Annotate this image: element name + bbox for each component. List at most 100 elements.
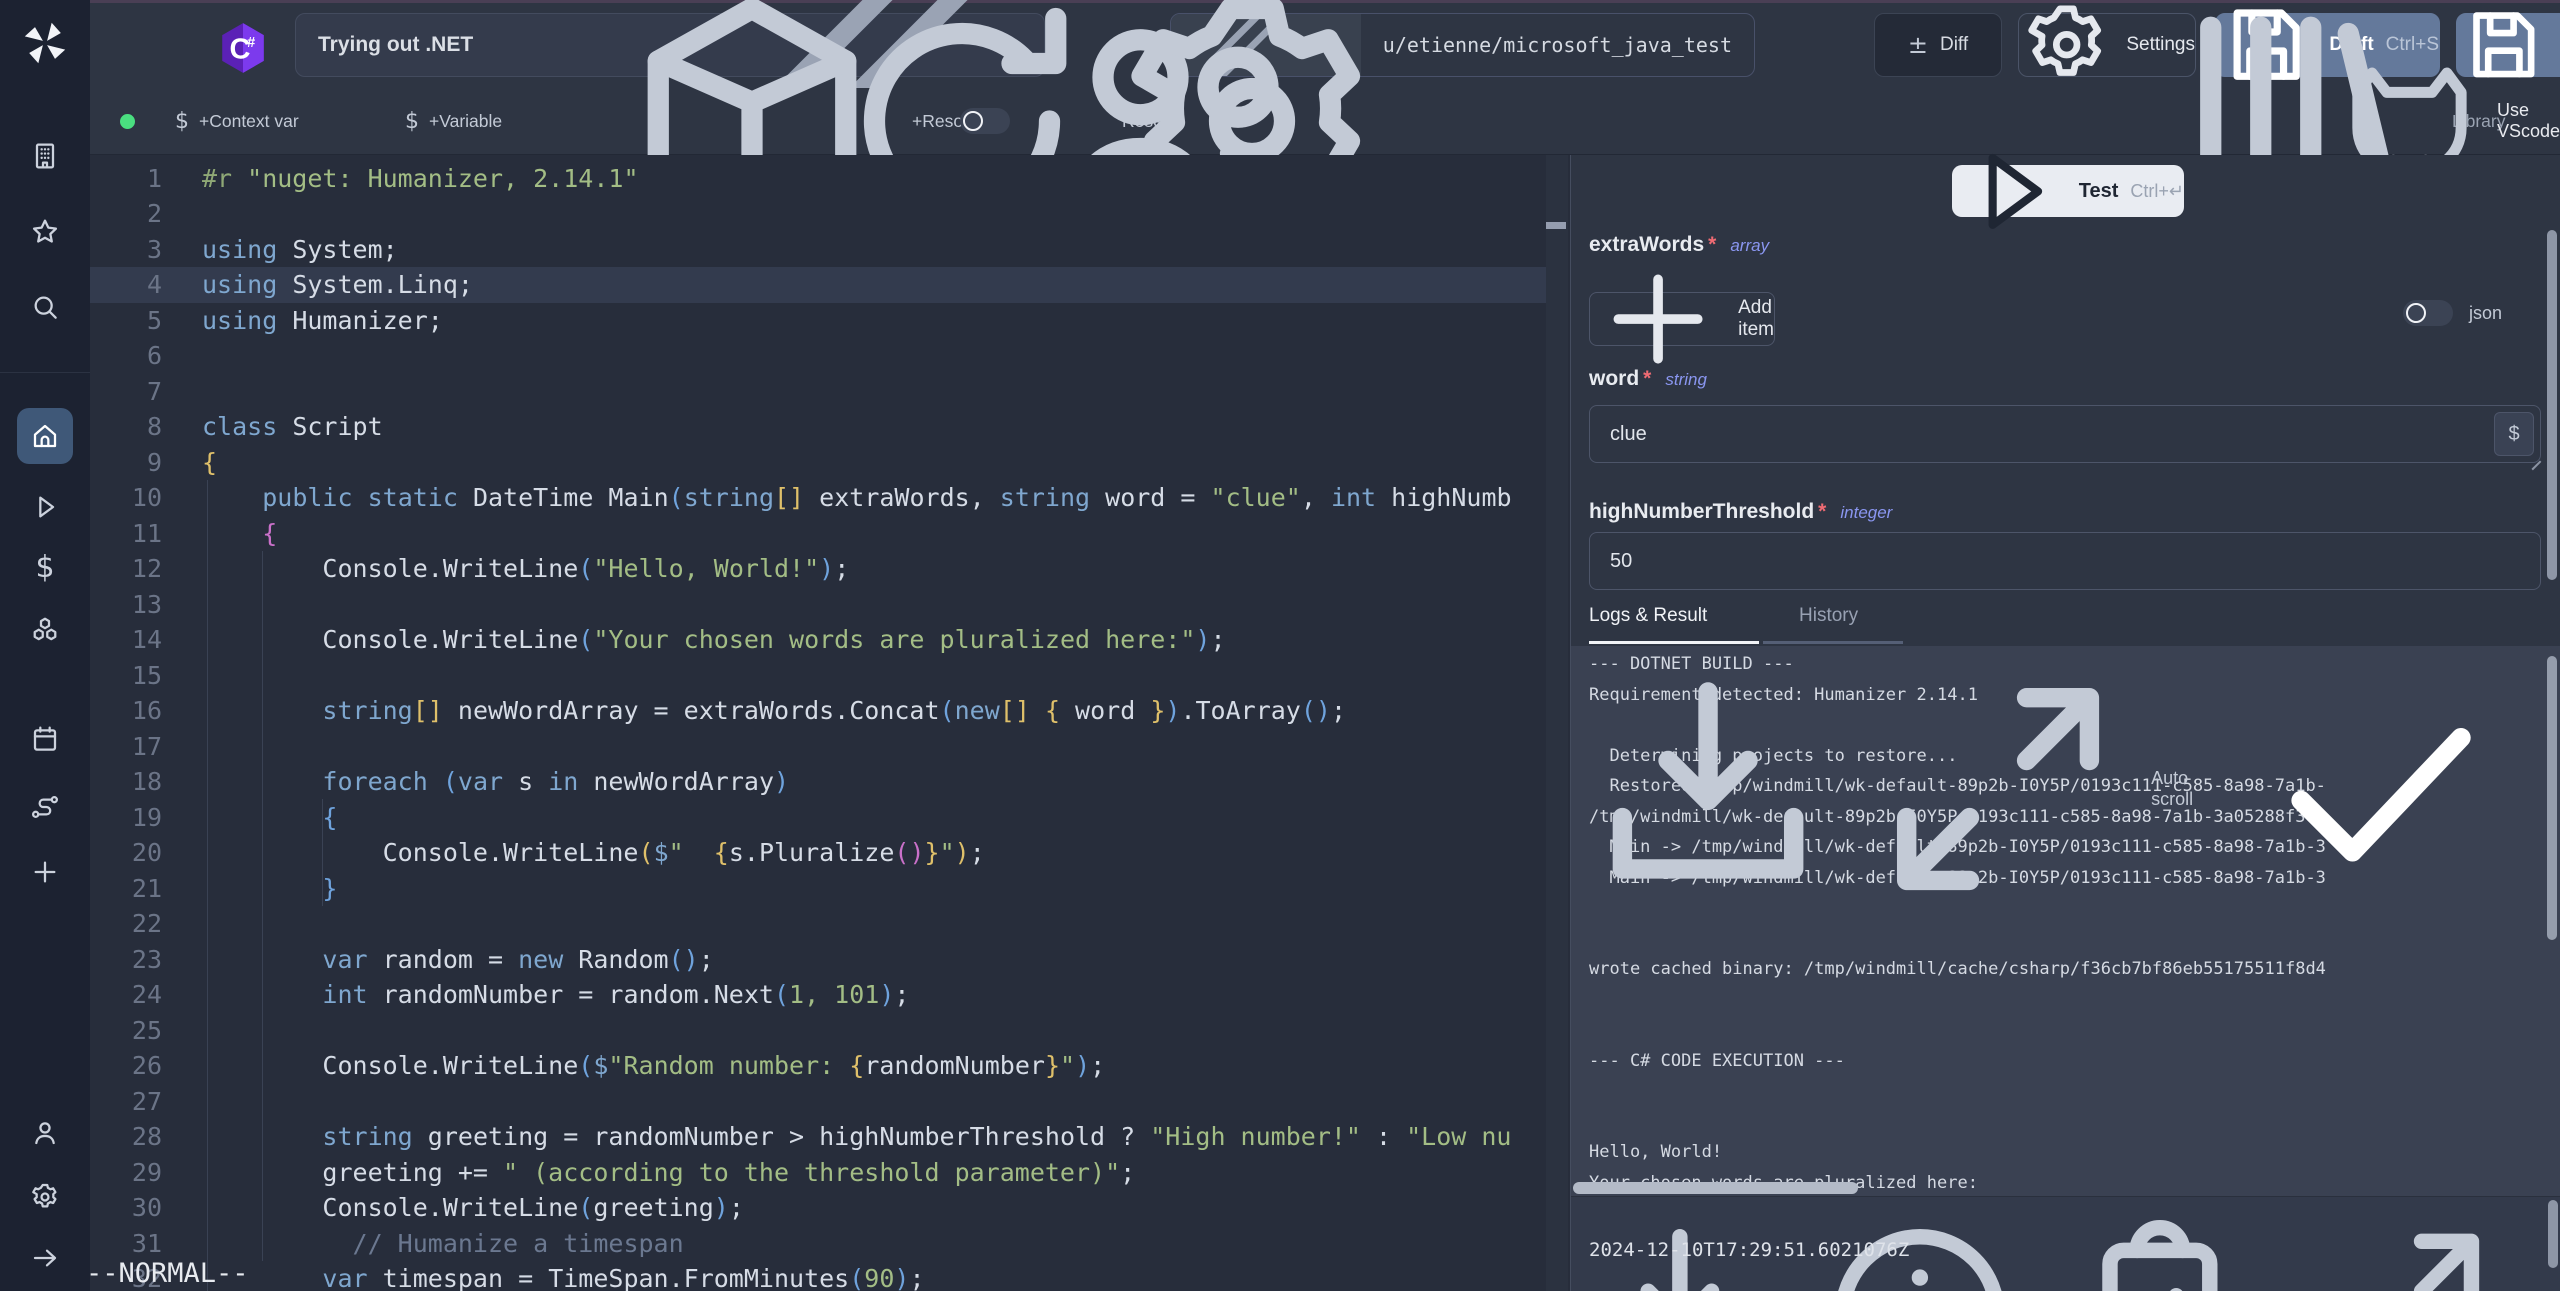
tab-history[interactable]: History bbox=[1799, 590, 1858, 642]
code-line[interactable]: 31 // Humanize a timespan bbox=[90, 1225, 1546, 1261]
panel-scrollbar-thumb[interactable] bbox=[2547, 230, 2557, 580]
expand-result-icon[interactable] bbox=[2290, 1205, 2508, 1291]
line-number: 5 bbox=[90, 306, 162, 335]
code-line[interactable]: 3using System; bbox=[90, 231, 1546, 267]
sidebar-item-play[interactable] bbox=[17, 479, 73, 535]
code-line[interactable]: 4using System.Linq; bbox=[90, 267, 1546, 303]
line-number: 19 bbox=[90, 803, 162, 832]
vim-mode-status: --NORMAL-- bbox=[90, 1258, 249, 1289]
code-line[interactable]: 24 int randomNumber = random.Next(1, 101… bbox=[90, 977, 1546, 1013]
code-line[interactable]: 6 bbox=[90, 338, 1546, 374]
result-scrollbar-thumb[interactable] bbox=[2548, 1200, 2558, 1268]
code-line[interactable]: 25 bbox=[90, 1012, 1546, 1048]
sidebar-item-arrow-right[interactable] bbox=[17, 1230, 73, 1286]
code-line[interactable]: 14 Console.WriteLine("Your chosen words … bbox=[90, 622, 1546, 658]
code-line[interactable]: 28 string greeting = randomNumber > high… bbox=[90, 1119, 1546, 1155]
log-line bbox=[1589, 1112, 2555, 1143]
code-line[interactable]: 7 bbox=[90, 373, 1546, 409]
code-line[interactable]: 15 bbox=[90, 657, 1546, 693]
code-line[interactable]: 9{ bbox=[90, 444, 1546, 480]
json-toggle-row: json bbox=[2403, 300, 2502, 326]
windmill-logo-icon[interactable] bbox=[20, 18, 70, 68]
dollar-icon: $ bbox=[175, 109, 189, 134]
code-text: Console.WriteLine(greeting); bbox=[202, 1193, 744, 1222]
code-line[interactable]: 27 bbox=[90, 1083, 1546, 1119]
sidebar-item-building[interactable] bbox=[17, 128, 73, 184]
expand-logs-icon[interactable] bbox=[1861, 652, 2135, 926]
code-text: using System; bbox=[202, 235, 398, 264]
logs-panel[interactable]: --- DOTNET BUILD ---Requirement detected… bbox=[1571, 646, 2560, 1196]
sidebar-item-dollar[interactable]: $ bbox=[17, 540, 73, 596]
json-toggle[interactable] bbox=[2403, 300, 2453, 326]
code-line[interactable]: 22 bbox=[90, 906, 1546, 942]
copy-result-button[interactable]: Copy bbox=[1593, 1279, 1936, 1291]
code-line[interactable]: 20 Console.WriteLine($" {s.Pluralize()}"… bbox=[90, 835, 1546, 871]
auto-scroll-checkmark-icon[interactable] bbox=[2244, 652, 2518, 926]
sidebar-item-route[interactable] bbox=[17, 779, 73, 835]
editor-minimap[interactable] bbox=[1546, 155, 1568, 1291]
result-panel: 2024-12-10T17:29:51.6021076Z Copy bbox=[1571, 1196, 2560, 1291]
code-editor[interactable]: 1#r "nuget: Humanizer, 2.14.1"23using Sy… bbox=[90, 155, 1571, 1291]
word-input[interactable] bbox=[1589, 405, 2541, 463]
code-line[interactable]: 17 bbox=[90, 728, 1546, 764]
code-text: var random = new Random(); bbox=[202, 945, 714, 974]
insert-variable-dollar-button[interactable]: $ bbox=[2494, 412, 2534, 456]
resize-handle[interactable] bbox=[2529, 449, 2541, 461]
code-line[interactable]: 21 } bbox=[90, 870, 1546, 906]
sidebar-item-user[interactable] bbox=[17, 1105, 73, 1161]
code-line[interactable]: 2 bbox=[90, 196, 1546, 232]
diff-mode-toggle[interactable] bbox=[960, 88, 1010, 154]
code-line[interactable]: 30 Console.WriteLine(greeting); bbox=[90, 1190, 1546, 1226]
line-number: 26 bbox=[90, 1051, 162, 1080]
sidebar-item-search[interactable] bbox=[17, 279, 73, 335]
line-number: 23 bbox=[90, 945, 162, 974]
sidebar-item-star[interactable] bbox=[17, 204, 73, 260]
diff-button[interactable]: ± Diff bbox=[1874, 13, 2002, 77]
code-line[interactable]: 32 var timespan = TimeSpan.FromMinutes(9… bbox=[90, 1261, 1546, 1291]
sidebar-item-home[interactable] bbox=[17, 408, 73, 464]
code-line[interactable]: 10 public static DateTime Main(string[] … bbox=[90, 480, 1546, 516]
sidebar-item-gear[interactable] bbox=[17, 1169, 73, 1225]
code-line[interactable]: 13 bbox=[90, 586, 1546, 622]
code-line[interactable]: 19 { bbox=[90, 799, 1546, 835]
plus-icon bbox=[29, 856, 61, 888]
toggle-switch[interactable] bbox=[960, 108, 1010, 134]
use-vscode-button[interactable]: Use VScode bbox=[2332, 88, 2560, 154]
code-line[interactable]: 26 Console.WriteLine($"Random number: {r… bbox=[90, 1048, 1546, 1084]
code-line[interactable]: 8class Script bbox=[90, 409, 1546, 445]
download-logs-icon[interactable] bbox=[1571, 652, 1845, 926]
editor-scroll-indicator[interactable] bbox=[1546, 222, 1566, 229]
sidebar-item-cubes[interactable] bbox=[17, 603, 73, 659]
code-line[interactable]: 29 greeting += " (according to the thres… bbox=[90, 1154, 1546, 1190]
line-number: 7 bbox=[90, 377, 162, 406]
editor-settings-button[interactable] bbox=[1102, 88, 1402, 154]
line-number: 21 bbox=[90, 874, 162, 903]
code-line[interactable]: 12 Console.WriteLine("Hello, World!"); bbox=[90, 551, 1546, 587]
highnumberthreshold-input[interactable] bbox=[1589, 532, 2541, 590]
code-line[interactable]: 18 foreach (var s in newWordArray) bbox=[90, 764, 1546, 800]
code-line[interactable]: 1#r "nuget: Humanizer, 2.14.1" bbox=[90, 160, 1546, 196]
code-text: foreach (var s in newWordArray) bbox=[202, 767, 789, 796]
left-sidebar: $ bbox=[0, 0, 90, 1291]
code-content[interactable]: 1#r "nuget: Humanizer, 2.14.1"23using Sy… bbox=[90, 160, 1546, 1291]
sidebar-item-plus[interactable] bbox=[17, 844, 73, 900]
test-button[interactable]: Test Ctrl+↵ bbox=[1952, 165, 2184, 217]
path-value: u/etienne/microsoft_java_test bbox=[1361, 14, 1754, 76]
code-line[interactable]: 23 var random = new Random(); bbox=[90, 941, 1546, 977]
logs-horizontal-scrollbar[interactable] bbox=[1573, 1182, 1858, 1194]
add-item-button[interactable]: Add item bbox=[1589, 292, 1775, 346]
line-number: 12 bbox=[90, 554, 162, 583]
line-number: 6 bbox=[90, 341, 162, 370]
code-line[interactable]: 11 { bbox=[90, 515, 1546, 551]
clipboard-icon[interactable] bbox=[2051, 1205, 2269, 1291]
line-number: 16 bbox=[90, 696, 162, 725]
logs-scrollbar-thumb[interactable] bbox=[2547, 656, 2557, 940]
add-variable-button[interactable]: $ +Variable bbox=[405, 88, 502, 154]
add-context-var-button[interactable]: $ +Context var bbox=[175, 88, 299, 154]
code-line[interactable]: 5using Humanizer; bbox=[90, 302, 1546, 338]
sidebar-item-calendar[interactable] bbox=[17, 711, 73, 767]
tab-logs-result[interactable]: Logs & Result bbox=[1589, 590, 1707, 642]
code-line[interactable]: 16 string[] newWordArray = extraWords.Co… bbox=[90, 693, 1546, 729]
play-icon bbox=[29, 491, 61, 523]
line-number: 29 bbox=[90, 1158, 162, 1187]
